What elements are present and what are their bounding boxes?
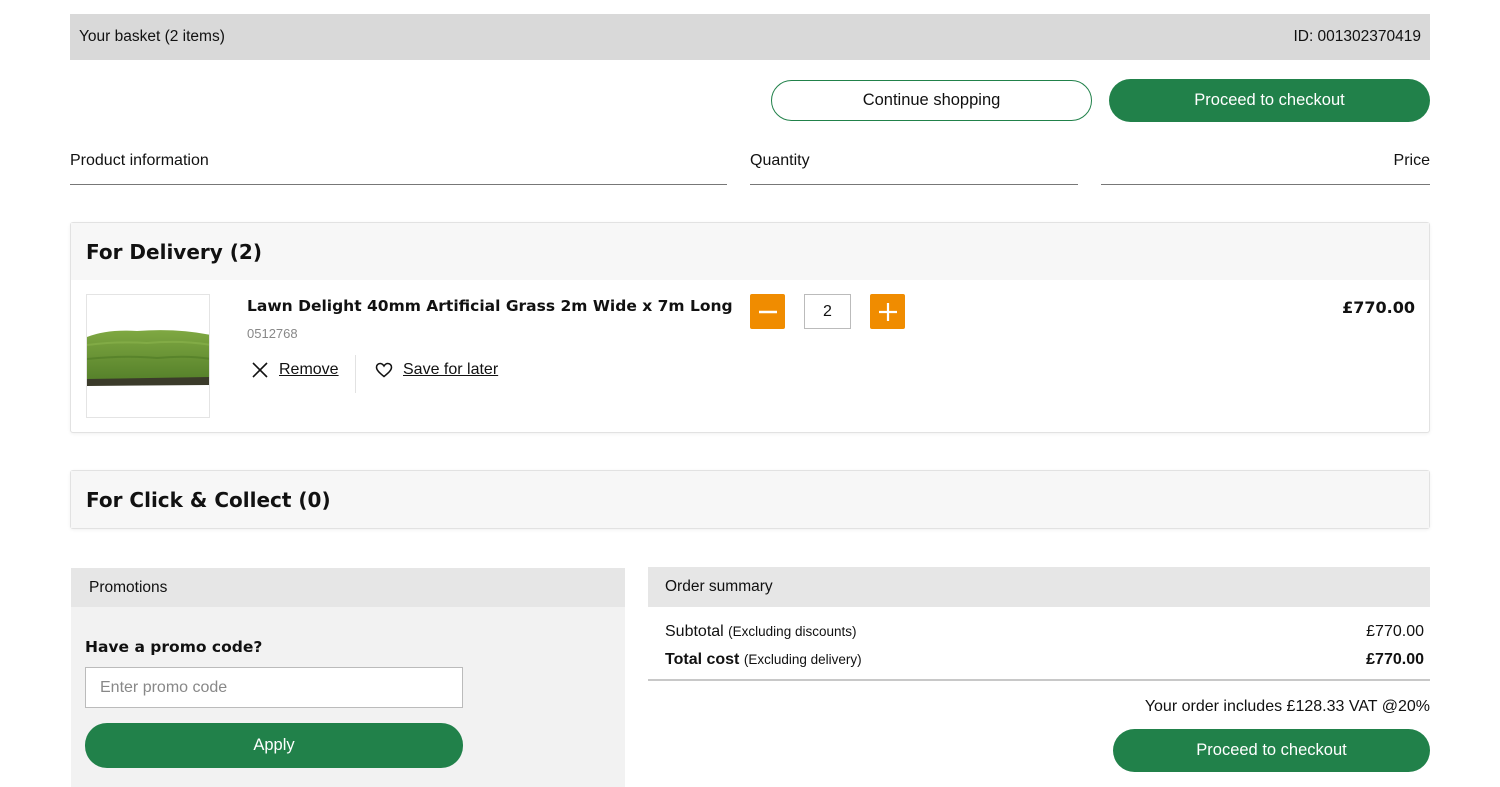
decrease-quantity-button[interactable]: [750, 294, 785, 329]
remove-label: Remove: [279, 361, 339, 378]
apply-promo-button[interactable]: Apply: [85, 723, 463, 768]
subtotal-value: £770.00: [1366, 623, 1424, 640]
product-image[interactable]: [86, 294, 210, 418]
click-and-collect-section: For Click & Collect (0): [70, 470, 1430, 529]
continue-shopping-button[interactable]: Continue shopping: [771, 80, 1092, 121]
save-for-later-button[interactable]: Save for later: [375, 361, 498, 379]
promo-question: Have a promo code?: [85, 638, 263, 656]
promo-code-input[interactable]: [85, 667, 463, 708]
subtotal-note: (Excluding discounts): [728, 624, 857, 639]
plus-icon: [878, 302, 897, 321]
proceed-to-checkout-button-top[interactable]: Proceed to checkout: [1109, 79, 1430, 122]
total-note: (Excluding delivery): [743, 652, 862, 667]
vat-note: Your order includes £128.33 VAT @20%: [1144, 698, 1430, 715]
promotions-heading: Promotions: [71, 568, 625, 607]
subtotal-label: Subtotal: [665, 623, 724, 640]
promotions-panel: Promotions Have a promo code? Apply: [71, 568, 625, 787]
summary-divider: [648, 679, 1430, 681]
heart-icon: [375, 362, 393, 378]
quantity-field[interactable]: 2: [804, 294, 851, 329]
order-summary-panel: Order summary Subtotal (Excluding discou…: [648, 567, 1430, 772]
column-header-product: Product information: [70, 152, 727, 185]
product-name[interactable]: Lawn Delight 40mm Artificial Grass 2m Wi…: [247, 297, 733, 315]
minus-icon: [758, 310, 777, 313]
subtotal-row: Subtotal (Excluding discounts) £770.00: [665, 623, 1424, 641]
total-label: Total cost: [665, 651, 740, 668]
remove-item-button[interactable]: Remove: [251, 361, 339, 379]
total-value: £770.00: [1366, 651, 1424, 668]
item-price: £770.00: [1342, 298, 1415, 317]
column-header-quantity: Quantity: [750, 152, 1078, 185]
delivery-section: For Delivery (2) Lawn Delight 40mm Artif…: [70, 222, 1430, 433]
product-code: 0512768: [247, 326, 298, 341]
action-divider: [355, 355, 356, 393]
proceed-to-checkout-button-bottom[interactable]: Proceed to checkout: [1113, 729, 1430, 772]
artificial-grass-image: [87, 330, 209, 386]
close-icon: [252, 362, 268, 378]
basket-header-bar: Your basket (2 items) ID: 001302370419: [70, 14, 1430, 60]
delivery-heading: For Delivery (2): [71, 223, 1429, 280]
save-for-later-label: Save for later: [403, 361, 499, 378]
increase-quantity-button[interactable]: [870, 294, 905, 329]
column-header-price: Price: [1101, 152, 1430, 185]
order-summary-heading: Order summary: [648, 567, 1430, 607]
total-row: Total cost (Excluding delivery) £770.00: [665, 651, 1424, 669]
basket-id: ID: 001302370419: [1293, 28, 1421, 45]
basket-title: Your basket (2 items): [79, 28, 225, 45]
click-and-collect-heading: For Click & Collect (0): [71, 471, 1429, 528]
